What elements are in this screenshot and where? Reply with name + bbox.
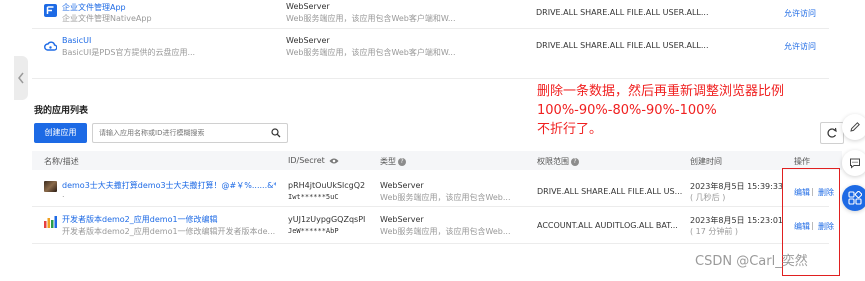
edit-float-button[interactable]: [842, 114, 865, 140]
section-title: 我的应用列表: [34, 106, 89, 116]
app-name-link[interactable]: demo3士大夫撒打算demo3士大夫撒打算！@#￥%......&*: [62, 180, 276, 191]
message-icon: [850, 158, 860, 169]
refresh-button[interactable]: [820, 122, 844, 144]
app-scope: DRIVE.ALL SHARE.ALL FILE.ALL USER.ALL...: [536, 8, 709, 17]
divider: [32, 28, 829, 29]
app-desc: .: [62, 190, 65, 199]
cloud-icon: [44, 41, 57, 51]
column-scope-header: 权限范围?: [537, 156, 579, 167]
annotation-line-1: 删除一条数据，然后再重新调整浏览器比例: [537, 84, 785, 99]
app-logo-icon: [44, 216, 57, 228]
help-icon[interactable]: ?: [398, 157, 406, 166]
app-scope: DRIVE.ALL SHARE.ALL FILE.ALL USER.ALL...: [536, 41, 709, 50]
refresh-icon: [827, 127, 837, 138]
column-scope-label: 权限范围: [537, 157, 569, 166]
allow-access-link[interactable]: 允许访问: [784, 41, 816, 52]
apps-float-button[interactable]: [842, 185, 865, 211]
search-box[interactable]: [92, 123, 288, 143]
watermark: CSDN @Carl_奕然: [695, 254, 808, 269]
feedback-float-button[interactable]: [842, 150, 865, 176]
app-type-desc: Web服务端应用，该应用包含Web...: [380, 193, 511, 202]
app-desc: 开发者版本demo2_应用demo1一修改编辑开发者版本de...: [62, 227, 276, 236]
create-app-button[interactable]: 创建应用: [34, 123, 87, 143]
created-ago: ( 17 分钟前 ): [690, 227, 739, 236]
sidebar-collapse-tab[interactable]: [14, 56, 28, 100]
created-time: 2023年8月5日 15:39:33: [690, 182, 784, 191]
created-ago: ( 几秒后 ): [690, 193, 726, 202]
column-name-header: 名称/描述: [44, 157, 79, 166]
divider: [32, 78, 829, 79]
app-type: WebServer: [380, 215, 424, 224]
pencil-icon: [850, 122, 860, 132]
allow-access-link[interactable]: 允许访问: [784, 8, 816, 19]
annotation-line-2: 100%-90%-80%-90%-100%: [537, 103, 717, 118]
help-icon[interactable]: ?: [571, 157, 579, 166]
app-desc: BasicUI是PDS官方提供的云盘应用...: [62, 48, 196, 57]
app-type: WebServer: [286, 2, 330, 11]
column-id-label: ID/Secret: [288, 156, 325, 165]
app-desc: 企业文件管理NativeApp: [62, 14, 152, 23]
app-type: WebServer: [286, 36, 330, 45]
app-name-link[interactable]: 开发者版本demo2_应用demo1一修改编辑: [62, 214, 276, 225]
chevron-left-icon: [18, 72, 24, 84]
app-scope: DRIVE.ALL SHARE.ALL FILE.ALL US...: [537, 187, 683, 196]
app-avatar: [44, 181, 57, 192]
column-type-label: 类型: [380, 157, 396, 166]
column-actions-header: 操作: [794, 157, 810, 166]
app-type: WebServer: [380, 181, 424, 190]
column-type-header: 类型?: [380, 156, 406, 167]
annotation-line-3: 不折行了。: [537, 122, 603, 137]
app-logo-icon: [44, 4, 57, 17]
app-secret: Iwt******5uC: [288, 193, 339, 201]
divider: [32, 243, 829, 244]
app-scope: ACCOUNT.ALL AUDITLOG.ALL BAT...: [537, 221, 678, 230]
search-icon[interactable]: [271, 128, 281, 138]
search-input[interactable]: [99, 126, 259, 139]
app-type-desc: Web服务端应用，该应用包含Web客户端和W...: [286, 14, 456, 23]
grid-icon: [848, 191, 862, 205]
created-time: 2023年8月5日 15:23:01: [690, 216, 784, 225]
eye-icon[interactable]: [329, 157, 339, 165]
app-id: pRH4jtOuUkSlcgQ2: [288, 181, 366, 190]
app-name[interactable]: 企业文件管理App: [62, 2, 126, 13]
app-id: yUJ1zUypgGQZqsPI: [288, 215, 366, 224]
column-created-header: 创建时间: [690, 157, 722, 166]
app-secret: JeW******AbP: [288, 227, 339, 235]
column-id-header: ID/Secret: [288, 156, 339, 165]
app-type-desc: Web服务端应用，该应用包含Web...: [380, 227, 511, 236]
app-name[interactable]: BasicUI: [62, 36, 91, 45]
app-type-desc: Web服务端应用，该应用包含Web客户端和W...: [286, 48, 456, 57]
